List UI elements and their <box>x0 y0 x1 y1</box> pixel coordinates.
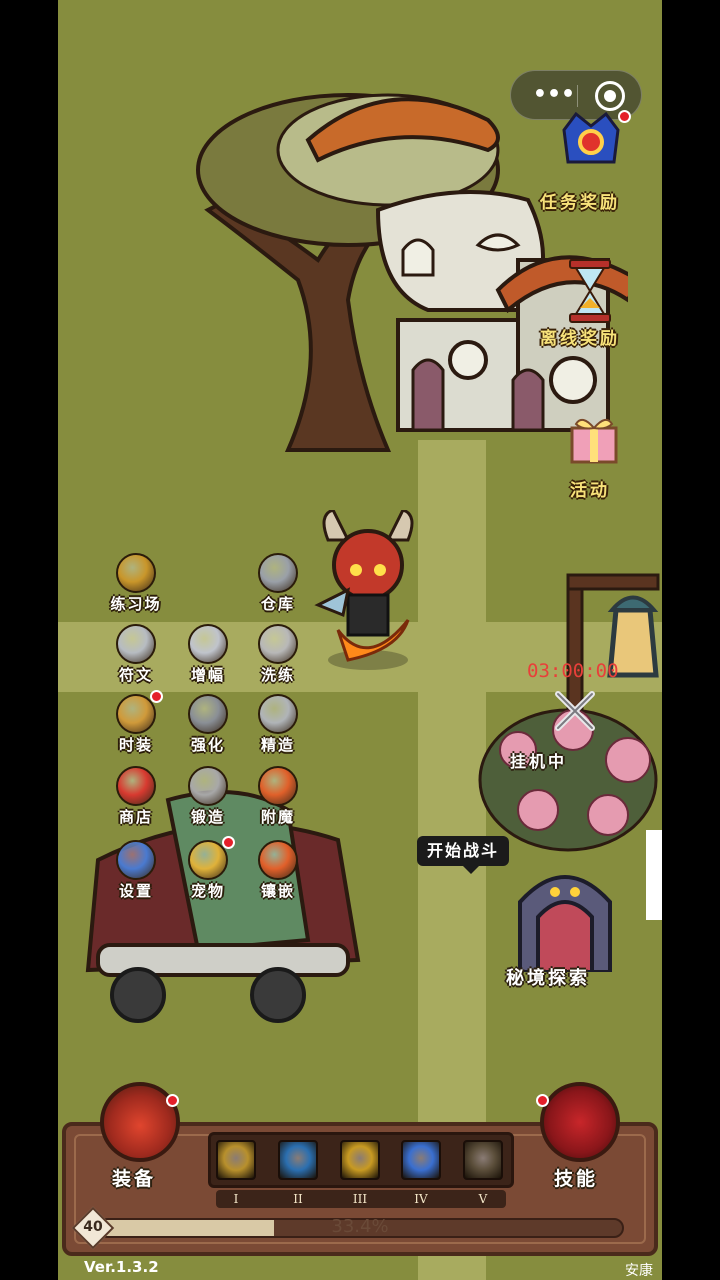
flask-icon <box>258 624 298 664</box>
offline-reward-button[interactable]: 离线奖励 <box>540 258 644 352</box>
crown-emblem-icon <box>562 111 620 164</box>
hero-character[interactable] <box>308 510 428 670</box>
enhance-button[interactable]: 强化 <box>176 694 240 760</box>
shield-skill-icon[interactable] <box>216 1140 256 1180</box>
rune-stone-icon <box>116 624 156 664</box>
anvil-icon <box>188 766 228 806</box>
gift-box-icon <box>570 418 618 464</box>
secret-realm-label[interactable]: 秘境探索 <box>506 964 590 990</box>
pet-icon <box>188 840 228 880</box>
notification-dot <box>618 110 631 123</box>
demon-helmet-icon <box>100 1082 180 1162</box>
refine-button[interactable]: 洗练 <box>246 624 310 690</box>
hooded-figure-skill-icon[interactable] <box>463 1140 503 1180</box>
golden-flame-skill-icon[interactable] <box>340 1140 380 1180</box>
settings-label: 设置 <box>118 882 153 900</box>
enchant-button[interactable]: 附魔 <box>246 766 310 832</box>
event-button[interactable]: 活动 <box>560 404 640 501</box>
crossed-swords-icon <box>555 691 595 731</box>
craft-button[interactable]: 精造 <box>246 694 310 760</box>
equipment-label: 装备 <box>112 1168 157 1190</box>
skill-numeral: IV <box>414 1192 428 1206</box>
quest-reward-button[interactable]: 任务奖励 <box>540 110 644 214</box>
scroll-icon <box>188 694 228 734</box>
idle-battle-button[interactable]: 挂机中 <box>508 688 618 778</box>
shop-label: 商店 <box>118 808 153 826</box>
forge-label: 锻造 <box>190 808 225 826</box>
more-menu-button[interactable]: ••• <box>529 81 579 111</box>
training-button[interactable]: 练习场 <box>104 553 168 619</box>
settings-button[interactable]: 设置 <box>104 840 168 906</box>
secret-realm-gate[interactable] <box>510 862 620 972</box>
start-battle-tooltip[interactable]: 开始战斗 <box>417 836 510 874</box>
skill-numeral: I <box>233 1192 239 1206</box>
shield-badge-icon <box>116 553 156 593</box>
ice-rune-skill-icon[interactable] <box>278 1140 318 1180</box>
shop-icon <box>116 766 156 806</box>
rune-label: 符文 <box>118 666 153 684</box>
helmet-icon <box>258 694 298 734</box>
forge-button[interactable]: 锻造 <box>176 766 240 832</box>
pet-button[interactable]: 宠物 <box>176 836 240 906</box>
notification-dot <box>166 1094 179 1107</box>
equipment-button[interactable]: 装备 <box>96 1082 192 1192</box>
skills-button[interactable]: 技能 <box>536 1082 632 1192</box>
quest-reward-label: 任务奖励 <box>540 193 620 213</box>
fashion-button[interactable]: 时装 <box>104 690 168 760</box>
inlay-label: 镶嵌 <box>260 882 295 900</box>
warehouse-button[interactable]: 仓库 <box>246 553 310 619</box>
crystal-icon <box>188 624 228 664</box>
level-number: 40 <box>83 1219 103 1235</box>
capsule-divider <box>577 85 578 107</box>
inlay-button[interactable]: 镶嵌 <box>246 840 310 906</box>
enchant-label: 附魔 <box>260 808 295 826</box>
skill-numeral: III <box>352 1192 368 1206</box>
amplify-label: 增幅 <box>190 666 225 684</box>
idle-status-label: 挂机中 <box>510 752 568 771</box>
whirlwind-skill-icon[interactable] <box>401 1140 441 1180</box>
notification-dot <box>536 1094 549 1107</box>
carrier-label: 安康 <box>625 1263 653 1279</box>
skill-numeral: II <box>293 1192 303 1206</box>
enhance-label: 强化 <box>190 736 225 754</box>
side-tab[interactable] <box>646 830 662 920</box>
skills-label: 技能 <box>554 1168 599 1190</box>
close-miniprogram-icon[interactable] <box>595 81 625 111</box>
costume-icon <box>116 694 156 734</box>
spellbook-icon <box>540 1082 620 1162</box>
notification-dot <box>222 836 235 849</box>
craft-label: 精造 <box>260 736 295 754</box>
chest-icon <box>258 553 298 593</box>
warehouse-label: 仓库 <box>260 595 295 613</box>
version-label: Ver.1.3.2 <box>84 1258 159 1276</box>
rune-button[interactable]: 符文 <box>104 624 168 690</box>
gem-icon <box>258 840 298 880</box>
training-label: 练习场 <box>110 595 162 613</box>
idle-timer: 03:00:00 <box>527 660 619 682</box>
offline-reward-label: 离线奖励 <box>540 329 620 349</box>
shop-button[interactable]: 商店 <box>104 766 168 832</box>
fire-icon <box>258 766 298 806</box>
amplify-button[interactable]: 增幅 <box>176 624 240 690</box>
refine-label: 洗练 <box>260 666 295 684</box>
skill-numeral: V <box>478 1192 488 1206</box>
event-label: 活动 <box>570 481 610 501</box>
gear-icon <box>116 840 156 880</box>
fashion-label: 时装 <box>118 736 153 754</box>
hourglass-icon <box>569 259 611 323</box>
notification-dot <box>150 690 163 703</box>
pet-label: 宠物 <box>190 882 225 900</box>
